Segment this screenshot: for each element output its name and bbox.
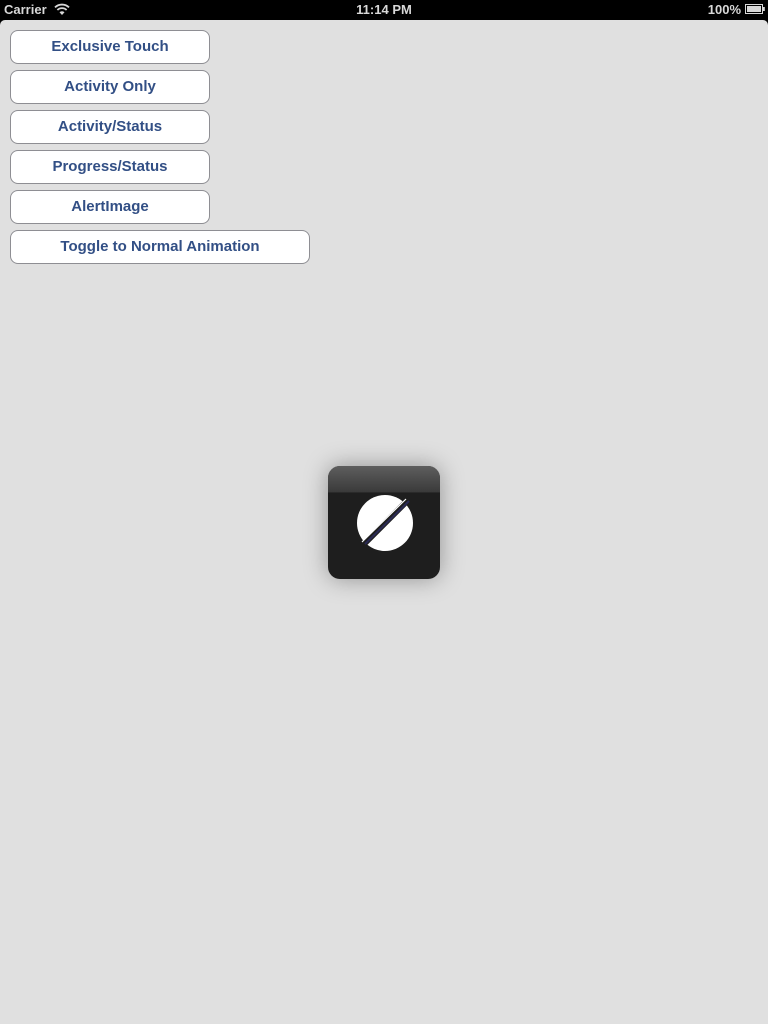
activity-status-button[interactable]: Activity/Status [10, 110, 210, 144]
hud-gloss [328, 466, 440, 493]
clock: 11:14 PM [356, 2, 412, 17]
battery-icon [745, 4, 765, 14]
alert-image-button[interactable]: AlertImage [10, 190, 210, 224]
status-bar: Carrier 11:14 PM 100% [0, 0, 768, 20]
exclusive-touch-button[interactable]: Exclusive Touch [10, 30, 210, 64]
progress-hud [328, 466, 440, 579]
battery-percent: 100% [707, 2, 741, 17]
activity-only-button[interactable]: Activity Only [10, 70, 210, 104]
no-entry-icon [357, 495, 413, 551]
main-view: Exclusive Touch Activity Only Activity/S… [0, 20, 768, 1024]
toggle-animation-button[interactable]: Toggle to Normal Animation [10, 230, 310, 264]
progress-status-button[interactable]: Progress/Status [10, 150, 210, 184]
